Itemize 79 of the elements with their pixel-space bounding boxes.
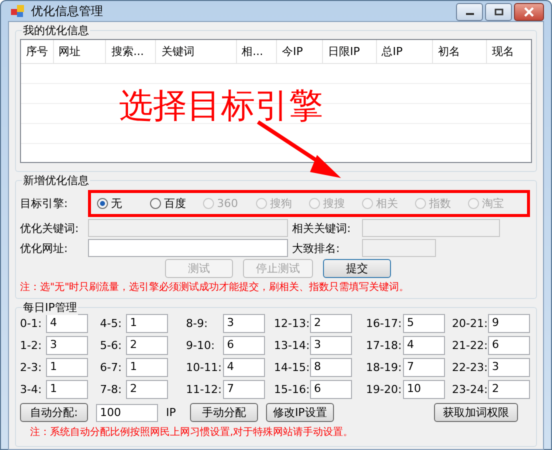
hour-label: 2-3: (20, 361, 43, 374)
column-header[interactable]: 今IP (276, 40, 324, 63)
column-header[interactable]: 序号 (21, 40, 54, 63)
annotation-text: 选择目标引擎 (119, 85, 323, 128)
input-field[interactable]: 6 (223, 336, 265, 355)
hour-label: 6-7: (100, 361, 123, 374)
input-field[interactable]: 7 (403, 358, 445, 377)
auto-assign-button[interactable]: 自动分配: (20, 403, 88, 422)
button[interactable]: 提交 (323, 259, 391, 278)
hour-label: 17-18: (366, 339, 403, 352)
input-field[interactable]: 7 (223, 380, 265, 399)
input-field[interactable]: 9 (488, 314, 530, 333)
hour-label: 8-9: (186, 317, 209, 330)
input-field[interactable]: 2 (310, 314, 352, 333)
radio-option[interactable]: 无 (97, 196, 150, 211)
input-field[interactable]: 1 (126, 358, 168, 377)
hour-label: 1-2: (20, 339, 43, 352)
input-field[interactable]: 4 (223, 358, 265, 377)
input-field[interactable]: 100 (96, 404, 158, 422)
hour-label: 22-23: (452, 361, 488, 374)
ip-settings-button[interactable]: 修改IP设置 (266, 403, 334, 422)
window-title: 优化信息管理 (31, 2, 103, 20)
field-label: 优化网址: (20, 240, 69, 256)
hour-label: 16-17: (366, 317, 403, 330)
input-field[interactable]: 3 (46, 336, 88, 355)
hour-label: 18-19: (366, 361, 403, 374)
field-label: 目标引擎: (20, 196, 69, 211)
note-text: 注：选"无"时只刷流量，选引擎必须测试成功才能提交，刷相关、指数只需填写关键词。 (20, 280, 410, 294)
field-label: 大致排名: (292, 240, 341, 256)
hour-label: 11-12: (186, 383, 223, 396)
column-header[interactable]: 现名 (486, 40, 531, 63)
input-field[interactable]: 2 (126, 380, 168, 399)
group-title: 我的优化信息 (22, 23, 90, 38)
column-header[interactable]: 相... (236, 40, 277, 63)
input-field[interactable]: 1 (46, 380, 88, 399)
input-field[interactable]: 10 (403, 380, 445, 399)
input-field[interactable]: 3 (310, 336, 352, 355)
input-field[interactable]: 5 (403, 314, 445, 333)
hour-label: 5-6: (100, 339, 123, 352)
hour-label: 12-13: (274, 317, 310, 330)
manual-assign-button[interactable]: 手动分配 (190, 403, 258, 422)
group-title: 新增优化信息 (22, 173, 90, 188)
input-field[interactable]: 4 (46, 314, 88, 333)
input-field[interactable]: 2 (488, 380, 530, 399)
input-field[interactable]: 8 (310, 358, 352, 377)
input-field[interactable]: 3 (488, 358, 530, 377)
column-header[interactable]: 初名 (433, 40, 487, 63)
permission-button[interactable]: 获取加词权限 (434, 403, 518, 422)
group-title: 每日IP管理 (22, 300, 78, 315)
input-field[interactable]: 1 (46, 358, 88, 377)
column-header[interactable]: 搜索... (106, 40, 156, 63)
hour-label: 13-14: (274, 339, 310, 352)
input-field[interactable]: 3 (223, 314, 265, 333)
hour-label: 20-21: (452, 317, 488, 330)
hour-label: 23-24: (452, 383, 488, 396)
input-field[interactable]: 4 (403, 336, 445, 355)
hour-label: 3-4: (20, 383, 43, 396)
hour-label: 9-10: (186, 339, 216, 352)
hour-label: 15-16: (274, 383, 310, 396)
hour-label: 10-11: (186, 361, 223, 374)
radio-option[interactable]: 百度 (150, 196, 203, 211)
column-header[interactable]: 网址 (54, 40, 106, 63)
field-label: 相关关键词: (292, 220, 352, 236)
hour-label: 4-5: (100, 317, 123, 330)
column-header[interactable]: 日限IP (323, 40, 377, 63)
input-field[interactable]: 2 (126, 336, 168, 355)
input-field[interactable]: 1 (126, 314, 168, 333)
input-field[interactable]: 6 (488, 336, 530, 355)
field-label: 优化关键词: (20, 220, 80, 236)
unit-label: IP (166, 406, 176, 419)
hour-label: 14-15: (274, 361, 310, 374)
hour-label: 21-22: (452, 339, 488, 352)
column-header[interactable]: 关键词 (156, 40, 237, 63)
note-text: 注：系统自动分配比例按照网民上网习惯设置,对于特殊网站请手动设置。 (30, 426, 354, 439)
column-header[interactable]: 总IP (376, 40, 434, 63)
hour-label: 19-20: (366, 383, 403, 396)
hour-label: 0-1: (20, 317, 43, 330)
input-field[interactable]: 6 (310, 380, 352, 399)
hour-label: 7-8: (100, 383, 123, 396)
